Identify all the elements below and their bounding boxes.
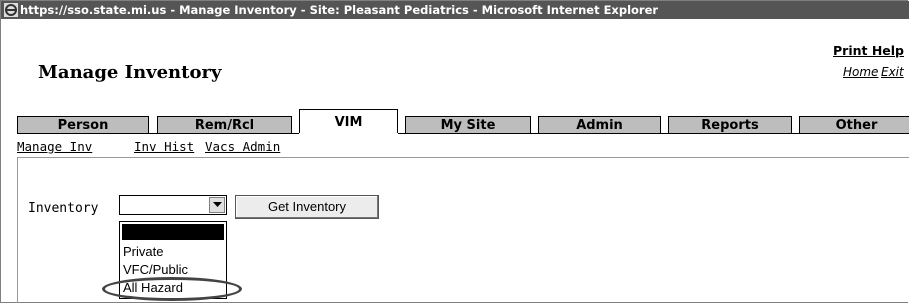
get-inventory-button[interactable]: Get Inventory [235,195,379,219]
chevron-down-icon [213,202,222,207]
tab-reports[interactable]: Reports [668,116,792,133]
dropdown-option-private[interactable]: Private [122,244,224,260]
inventory-dropdown-list: Private VFC/Public All Hazard [119,221,227,299]
subnav-manage-inv[interactable]: Manage Inv [17,139,92,154]
window-title: https://sso.state.mi.us - Manage Invento… [20,3,659,17]
page-title: Manage Inventory [38,62,222,83]
inventory-label: Inventory [28,201,99,216]
tab-my-site[interactable]: My Site [405,116,531,133]
home-link[interactable]: Home [843,65,878,79]
dropdown-option-all-hazard[interactable]: All Hazard [122,280,224,296]
subnav-divider [17,157,909,158]
tab-vim[interactable]: VIM [299,109,398,134]
dropdown-option-vfc-public[interactable]: VFC/Public [122,262,224,278]
exit-link[interactable]: Exit [881,65,904,79]
active-tab-gap [299,133,398,134]
tab-admin[interactable]: Admin [538,116,661,133]
inventory-select[interactable] [119,195,227,215]
subnav-vacs-admin[interactable]: Vacs Admin [205,139,280,154]
tab-rem-rcl[interactable]: Rem/Rcl [157,116,292,133]
dropdown-option-blank[interactable] [122,224,224,240]
title-bar: https://sso.state.mi.us - Manage Invento… [1,1,909,19]
internet-explorer-icon [4,3,18,17]
tab-other[interactable]: Other [799,116,909,133]
tab-divider [17,133,909,134]
subnav-inv-hist[interactable]: Inv Hist [134,139,194,154]
tab-person[interactable]: Person [17,116,149,133]
print-help-link[interactable]: Print Help [833,43,904,58]
dropdown-arrow-button[interactable] [209,197,225,213]
content-left-border [17,158,18,303]
